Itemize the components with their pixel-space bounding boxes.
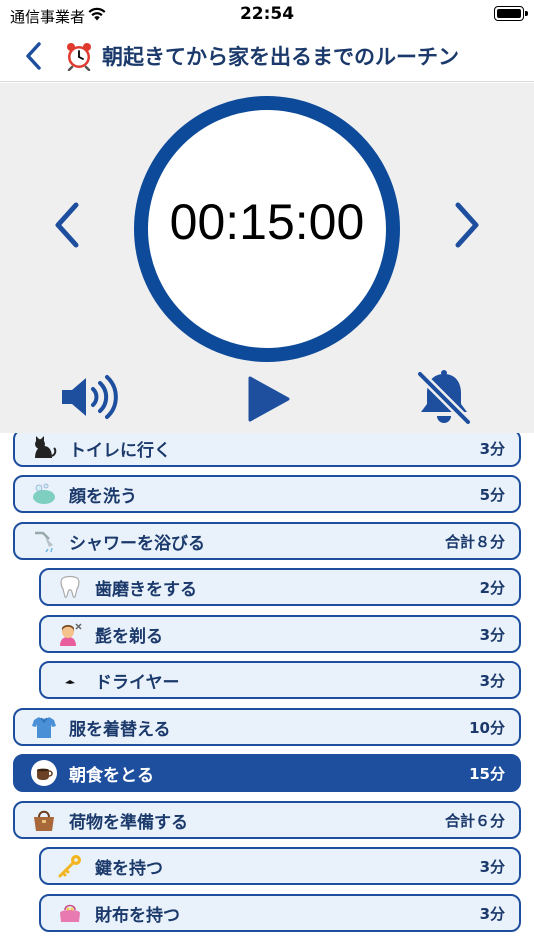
clock-time: 22:54: [239, 4, 295, 24]
previous-task-button[interactable]: [50, 201, 82, 249]
timer-panel: 00:15:00: [0, 83, 534, 433]
alarm-clock-icon: [67, 43, 91, 71]
task-duration: 10分: [469, 718, 505, 737]
haircut-icon: [55, 620, 85, 648]
page-title: 朝起きてから家を出るまでのルーチン: [102, 45, 459, 69]
battery-icon: [494, 6, 528, 21]
task-label: 顔を洗う: [69, 486, 137, 507]
list-item[interactable]: ドライヤー 3分: [39, 661, 521, 699]
task-duration: 3分: [479, 904, 505, 923]
task-label: ドライヤー: [95, 672, 180, 693]
task-duration: 3分: [479, 625, 505, 644]
task-duration: 合計８分: [444, 532, 505, 551]
list-item[interactable]: 髭を剃る 3分: [39, 615, 521, 653]
task-label: 服を着替える: [69, 719, 171, 740]
task-duration: 3分: [479, 439, 505, 458]
play-icon[interactable]: [244, 375, 292, 423]
back-button[interactable]: [20, 40, 50, 72]
task-label: 荷物を準備する: [69, 812, 188, 833]
list-item[interactable]: 財布を持つ 3分: [39, 894, 521, 932]
handbag-icon: [29, 806, 59, 834]
hair-dryer-icon: [55, 666, 85, 694]
task-duration: 2分: [479, 578, 505, 597]
shirt-icon: [29, 713, 59, 741]
task-label: 財布を持つ: [95, 905, 180, 926]
speaker-icon[interactable]: [58, 373, 122, 421]
shower-icon: [29, 527, 59, 555]
key-icon: [55, 852, 85, 880]
list-item[interactable]: 顔を洗う 5分: [13, 475, 521, 513]
task-label: 鍵を持つ: [95, 858, 163, 879]
next-task-button[interactable]: [452, 201, 484, 249]
cat-icon: [29, 434, 59, 462]
list-item[interactable]: 荷物を準備する 合計６分: [13, 801, 521, 839]
list-item[interactable]: シャワーを浴びる 合計８分: [13, 522, 521, 560]
task-duration: 3分: [479, 857, 505, 876]
task-list[interactable]: トイレに行く 3分 顔を洗う 5分 シャワーを浴びる 合計８分 歯磨きをする 2…: [0, 433, 534, 950]
tooth-icon: [55, 573, 85, 601]
task-label: 歯磨きをする: [95, 579, 197, 600]
list-item[interactable]: 服を着替える 10分: [13, 708, 521, 746]
timer-display: 00:15:00: [169, 194, 365, 250]
task-label: トイレに行く: [69, 440, 171, 461]
task-duration: 15分: [469, 764, 505, 783]
task-duration: 5分: [479, 485, 505, 504]
task-label: 髭を剃る: [95, 626, 163, 647]
list-item[interactable]: トイレに行く 3分: [13, 433, 521, 467]
list-item[interactable]: 鍵を持つ 3分: [39, 847, 521, 885]
task-duration: 3分: [479, 671, 505, 690]
task-label: シャワーを浴びる: [69, 533, 205, 554]
list-item[interactable]: 歯磨きをする 2分: [39, 568, 521, 606]
navigation-bar: 朝起きてから家を出るまでのルーチン: [0, 30, 534, 82]
purse-icon: [55, 899, 85, 927]
task-duration: 合計６分: [444, 811, 505, 830]
soap-icon: [29, 480, 59, 508]
status-bar: 通信事業者 22:54: [0, 0, 534, 30]
list-item-selected[interactable]: 朝食をとる 15分: [13, 754, 521, 792]
task-label: 朝食をとる: [69, 765, 154, 786]
coffee-icon: [29, 759, 59, 787]
title-group: 朝起きてから家を出るまでのルーチン: [64, 38, 459, 74]
bell-slash-icon[interactable]: [414, 368, 474, 428]
